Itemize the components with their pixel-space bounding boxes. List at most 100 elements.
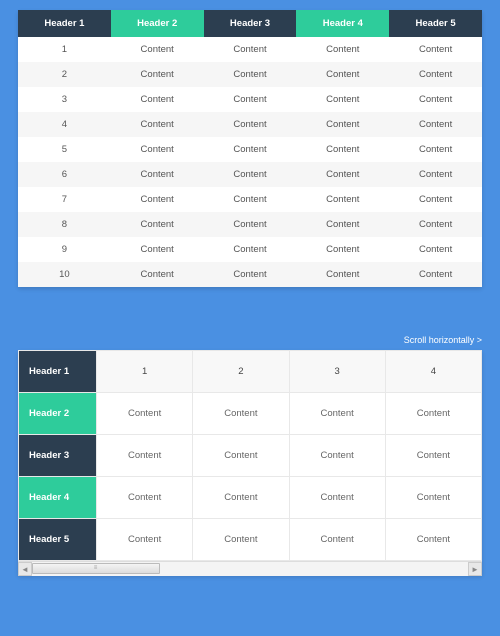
data-cell: Content <box>111 137 204 162</box>
data-cell: Content <box>289 477 385 519</box>
row-number-cell: 7 <box>18 187 111 212</box>
row-header: Header 4 <box>19 477 97 519</box>
row-number-cell: 4 <box>18 112 111 137</box>
table-row: Header 11234 <box>19 351 482 393</box>
data-cell: Content <box>389 37 482 62</box>
data-cell: Content <box>204 212 297 237</box>
table-row: Header 2ContentContentContentContent <box>19 393 482 435</box>
row-header: Header 3 <box>19 435 97 477</box>
data-cell: Content <box>193 393 289 435</box>
data-cell: Content <box>193 435 289 477</box>
data-cell: Content <box>389 237 482 262</box>
column-header: Header 5 <box>389 10 482 37</box>
data-cell: Content <box>296 237 389 262</box>
column-header: Header 4 <box>296 10 389 37</box>
data-cell: Content <box>389 162 482 187</box>
data-cell: Content <box>289 519 385 561</box>
row-number-cell: 3 <box>18 87 111 112</box>
data-cell: Content <box>111 112 204 137</box>
data-cell: Content <box>389 112 482 137</box>
data-cell: Content <box>204 237 297 262</box>
scroll-thumb[interactable]: ≡ <box>32 563 160 574</box>
row-number-cell: 6 <box>18 162 111 187</box>
data-cell: Content <box>204 37 297 62</box>
table-row: Header 5ContentContentContentContent <box>19 519 482 561</box>
table-header-row: Header 1Header 2Header 3Header 4Header 5 <box>18 10 482 37</box>
horizontal-table: Header 11234Header 2ContentContentConten… <box>18 350 482 561</box>
scroll-hint-label: Scroll horizontally > <box>18 335 482 345</box>
data-cell: Content <box>111 87 204 112</box>
table-row: 7ContentContentContentContent <box>18 187 482 212</box>
column-number-cell: 3 <box>289 351 385 393</box>
row-header: Header 2 <box>19 393 97 435</box>
table-row: 4ContentContentContentContent <box>18 112 482 137</box>
row-number-cell: 5 <box>18 137 111 162</box>
table-row: 5ContentContentContentContent <box>18 137 482 162</box>
data-cell: Content <box>296 162 389 187</box>
row-number-cell: 8 <box>18 212 111 237</box>
column-number-cell: 1 <box>97 351 193 393</box>
table-row: Header 3ContentContentContentContent <box>19 435 482 477</box>
data-cell: Content <box>204 62 297 87</box>
data-cell: Content <box>296 87 389 112</box>
row-header: Header 1 <box>19 351 97 393</box>
data-cell: Content <box>193 519 289 561</box>
row-number-cell: 2 <box>18 62 111 87</box>
table-row: 6ContentContentContentContent <box>18 162 482 187</box>
column-number-cell: 2 <box>193 351 289 393</box>
table-row: Header 4ContentContentContentContent <box>19 477 482 519</box>
data-cell: Content <box>389 262 482 287</box>
data-cell: Content <box>385 519 481 561</box>
data-cell: Content <box>296 187 389 212</box>
data-cell: Content <box>111 237 204 262</box>
data-cell: Content <box>296 212 389 237</box>
data-cell: Content <box>385 435 481 477</box>
column-header: Header 2 <box>111 10 204 37</box>
data-cell: Content <box>204 187 297 212</box>
data-cell: Content <box>111 62 204 87</box>
data-cell: Content <box>204 87 297 112</box>
data-cell: Content <box>97 477 193 519</box>
data-cell: Content <box>389 137 482 162</box>
data-cell: Content <box>111 187 204 212</box>
vertical-table-card: Header 1Header 2Header 3Header 4Header 5… <box>18 10 482 287</box>
data-cell: Content <box>296 112 389 137</box>
data-cell: Content <box>389 87 482 112</box>
data-cell: Content <box>385 393 481 435</box>
row-number-cell: 10 <box>18 262 111 287</box>
data-cell: Content <box>111 212 204 237</box>
table-row: 3ContentContentContentContent <box>18 87 482 112</box>
table-row: 1ContentContentContentContent <box>18 37 482 62</box>
scroll-left-arrow[interactable]: ◄ <box>18 562 32 576</box>
data-cell: Content <box>97 519 193 561</box>
column-number-cell: 4 <box>385 351 481 393</box>
data-cell: Content <box>289 435 385 477</box>
data-cell: Content <box>193 477 289 519</box>
table-row: 8ContentContentContentContent <box>18 212 482 237</box>
vertical-table: Header 1Header 2Header 3Header 4Header 5… <box>18 10 482 287</box>
row-number-cell: 1 <box>18 37 111 62</box>
data-cell: Content <box>296 262 389 287</box>
data-cell: Content <box>204 262 297 287</box>
scroll-grip-icon: ≡ <box>94 565 99 571</box>
scroll-track[interactable]: ≡ <box>32 562 468 576</box>
data-cell: Content <box>111 162 204 187</box>
data-cell: Content <box>389 212 482 237</box>
data-cell: Content <box>385 477 481 519</box>
table-row: 2ContentContentContentContent <box>18 62 482 87</box>
data-cell: Content <box>289 393 385 435</box>
data-cell: Content <box>296 37 389 62</box>
horizontal-table-card: Header 11234Header 2ContentContentConten… <box>18 350 482 575</box>
data-cell: Content <box>204 112 297 137</box>
data-cell: Content <box>204 162 297 187</box>
data-cell: Content <box>111 262 204 287</box>
data-cell: Content <box>389 62 482 87</box>
data-cell: Content <box>296 137 389 162</box>
horizontal-scrollbar[interactable]: ◄ ≡ ► <box>18 561 482 575</box>
table-row: 10ContentContentContentContent <box>18 262 482 287</box>
row-number-cell: 9 <box>18 237 111 262</box>
scroll-right-arrow[interactable]: ► <box>468 562 482 576</box>
table-row: 9ContentContentContentContent <box>18 237 482 262</box>
column-header: Header 1 <box>18 10 111 37</box>
data-cell: Content <box>204 137 297 162</box>
